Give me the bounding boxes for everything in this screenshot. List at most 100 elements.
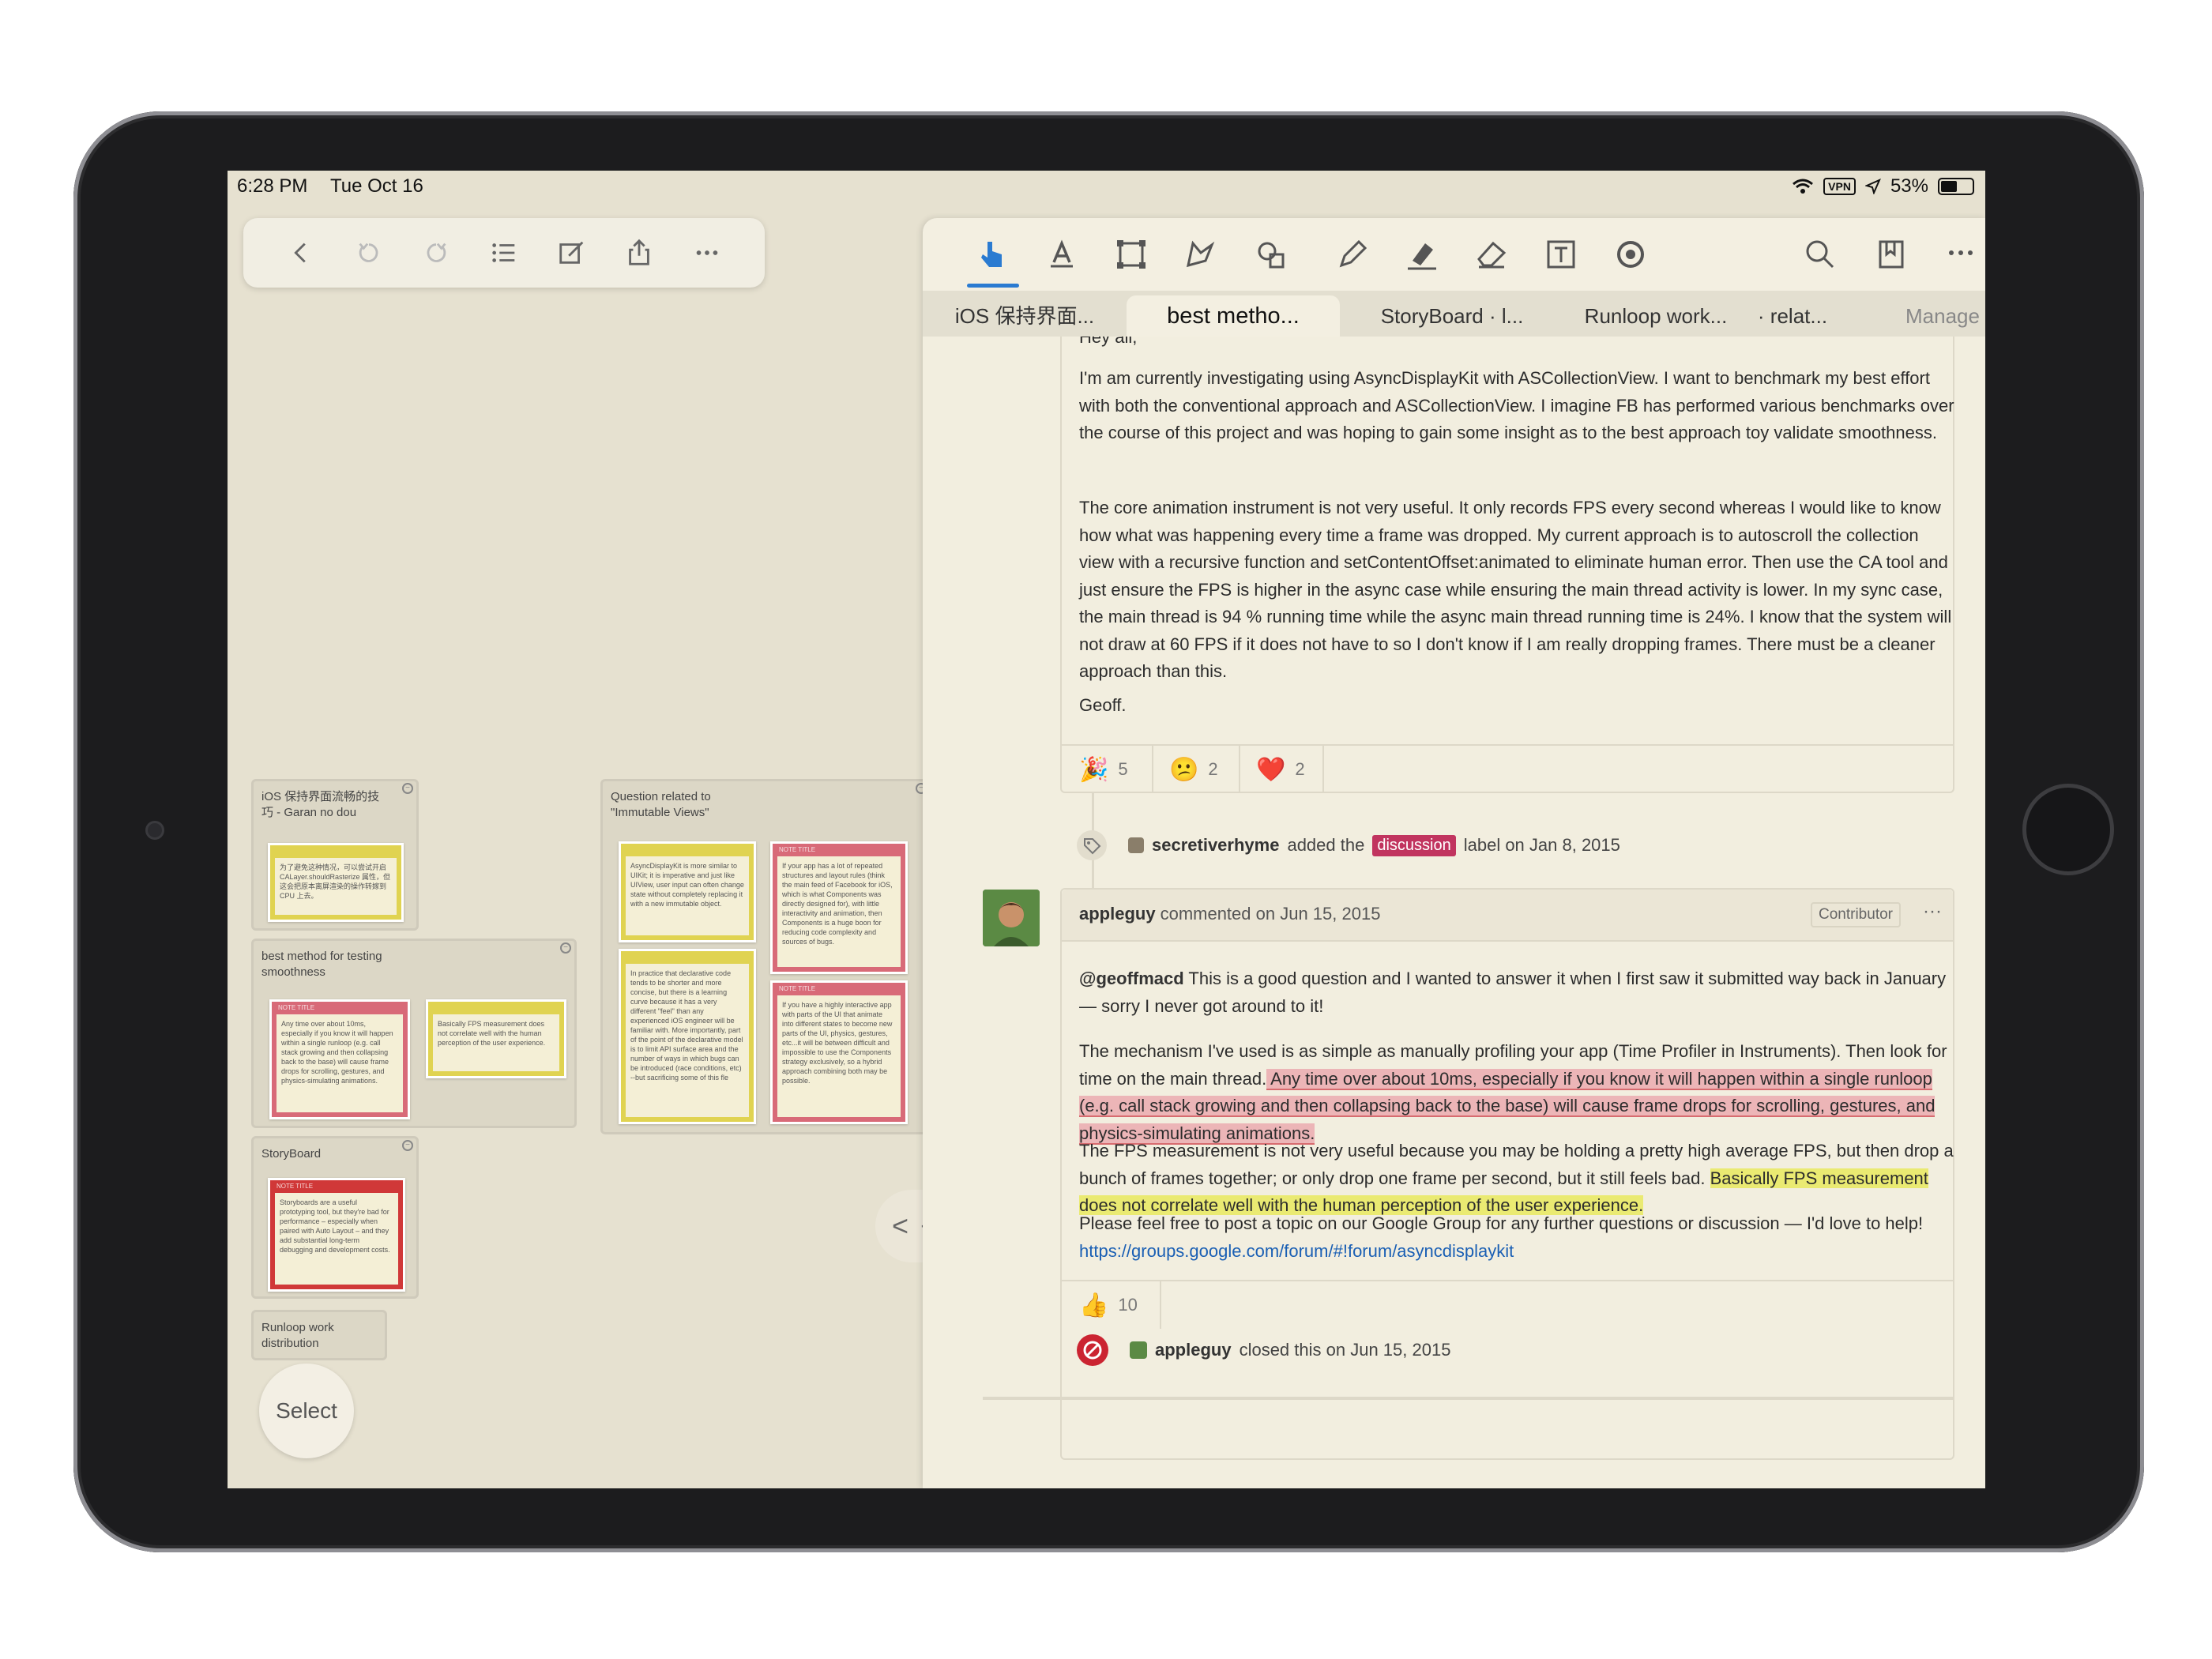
- reaction-hooray[interactable]: 🎉 5: [1079, 746, 1128, 793]
- undo-icon[interactable]: [352, 235, 386, 270]
- bookmark-icon[interactable]: [1869, 232, 1913, 276]
- chevron-left-icon: <: [891, 1209, 908, 1242]
- avatar[interactable]: [983, 890, 1040, 946]
- battery-icon: [1938, 178, 1974, 195]
- redo-icon[interactable]: [419, 235, 453, 270]
- note-head: NOTE TITLE: [779, 985, 816, 992]
- greeting-text: Hey all,: [1079, 337, 1138, 347]
- search-icon[interactable]: [1798, 232, 1842, 276]
- note-card[interactable]: NOTE TITLE Storyboards are a useful prot…: [268, 1178, 405, 1292]
- collapse-icon[interactable]: −: [560, 942, 571, 954]
- comment-text: This is a good question and I wanted to …: [1079, 969, 1947, 1016]
- back-icon[interactable]: [284, 235, 318, 270]
- note-group[interactable]: Runloop work distribution: [251, 1310, 387, 1360]
- text-box-icon[interactable]: [1539, 232, 1583, 276]
- note-group[interactable]: best method for testing smoothness − NOT…: [251, 939, 577, 1128]
- reaction-confused[interactable]: 😕 2: [1169, 746, 1218, 793]
- web-content[interactable]: Hey all, I'm am currently investigating …: [923, 337, 1985, 1488]
- group-title: Question related to "Immutable Views": [611, 790, 711, 819]
- list-icon[interactable]: [487, 235, 521, 270]
- note-body: Any time over about 10ms, especially if …: [276, 1014, 403, 1112]
- event-user[interactable]: secretiverhyme: [1152, 835, 1279, 856]
- comment-more-icon[interactable]: ···: [1923, 901, 1942, 923]
- avatar: [1130, 1341, 1147, 1359]
- note-card[interactable]: AsyncDisplayKit is more similar to UIKit…: [619, 841, 756, 942]
- more-icon[interactable]: [690, 235, 724, 270]
- note-group[interactable]: Question related to "Immutable Views" − …: [600, 779, 932, 1134]
- note-card[interactable]: 为了避免这种情况，可以尝试开启 CALayer.shouldRasterize …: [268, 843, 404, 922]
- annotation-toolbar: [923, 218, 1985, 297]
- note-group[interactable]: StoryBoard − NOTE TITLE Storyboards are …: [251, 1136, 419, 1299]
- area-select-icon[interactable]: [1109, 232, 1153, 276]
- note-head: NOTE TITLE: [276, 1183, 314, 1190]
- note-card[interactable]: NOTE TITLE If you have a highly interact…: [770, 980, 908, 1124]
- more-icon[interactable]: [1939, 232, 1983, 276]
- discussion-label[interactable]: discussion: [1372, 834, 1456, 856]
- screen: 6:28 PM Tue Oct 16 VPN 53% iOS 保持界面流畅的技巧…: [228, 171, 1985, 1488]
- image-settings-icon[interactable]: [1248, 232, 1292, 276]
- collapse-icon[interactable]: −: [402, 1140, 413, 1151]
- event-suffix: label on Jan 8, 2015: [1463, 835, 1620, 855]
- contributor-badge: Contributor: [1811, 902, 1901, 927]
- tab-related[interactable]: · relat...: [1749, 295, 1836, 337]
- closed-icon: [1077, 1334, 1108, 1366]
- note-head: NOTE TITLE: [779, 846, 816, 853]
- status-right: VPN 53%: [1792, 175, 1974, 198]
- select-button[interactable]: Select: [259, 1364, 354, 1458]
- note-head: NOTE TITLE: [278, 1004, 315, 1011]
- pointer-tool-icon[interactable]: [967, 232, 1019, 288]
- google-group-link[interactable]: https://groups.google.com/forum/#!forum/…: [1079, 1241, 1514, 1261]
- note-body: AsyncDisplayKit is more similar to UIKit…: [626, 856, 749, 935]
- tab-ios[interactable]: iOS 保持界面...: [931, 295, 1119, 337]
- event-text: closed this on Jun 15, 2015: [1239, 1340, 1451, 1360]
- lasso-icon[interactable]: [1179, 232, 1223, 276]
- reaction-heart[interactable]: ❤️ 2: [1256, 746, 1305, 793]
- event-user[interactable]: appleguy: [1155, 1340, 1232, 1360]
- comment-paragraph: @geoffmacd This is a good question and I…: [1079, 965, 1956, 1020]
- heart-icon: ❤️: [1256, 756, 1286, 783]
- event-action: added the: [1287, 835, 1365, 855]
- note-card[interactable]: NOTE TITLE Any time over about 10ms, esp…: [269, 999, 410, 1119]
- settings-icon[interactable]: [1608, 232, 1653, 276]
- comment-paragraph: The FPS measurement is not very useful b…: [1079, 1138, 1956, 1220]
- tag-icon: [1077, 830, 1107, 860]
- reaction-thumbsup[interactable]: 👍 10: [1079, 1281, 1138, 1329]
- manage-tabs-button[interactable]: Manage: [1899, 295, 1985, 337]
- note-card[interactable]: In practice that declarative code tends …: [619, 949, 756, 1124]
- mention-link[interactable]: @geoffmacd: [1079, 969, 1184, 988]
- collapse-icon[interactable]: −: [402, 783, 413, 794]
- avatar: [1128, 837, 1144, 853]
- text-highlight-icon[interactable]: [1040, 232, 1084, 276]
- note-head: [270, 845, 401, 858]
- label-event: secretiverhyme added the discussion labe…: [1076, 830, 1620, 861]
- tab-runloop[interactable]: Runloop work...: [1563, 295, 1749, 337]
- comment-card: appleguy commented on Jun 15, 2015 Contr…: [1060, 888, 1954, 1460]
- share-icon[interactable]: [622, 235, 656, 270]
- reaction-count: 10: [1118, 1295, 1138, 1315]
- note-group[interactable]: iOS 保持界面流畅的技巧 - Garan no dou − 为了避免这种情况，…: [251, 779, 419, 931]
- tab-bar: iOS 保持界面... best metho... StoryBoard · l…: [923, 291, 1985, 337]
- comment-author[interactable]: appleguy: [1079, 904, 1156, 924]
- pen-icon[interactable]: [1330, 232, 1375, 276]
- home-button[interactable]: [2022, 784, 2114, 875]
- tab-best-method[interactable]: best metho...: [1127, 295, 1340, 337]
- eraser-icon[interactable]: [1469, 232, 1514, 276]
- note-card[interactable]: Basically FPS measurement does not corre…: [426, 999, 566, 1078]
- reaction-count: 2: [1208, 759, 1218, 779]
- vpn-badge: VPN: [1823, 178, 1856, 195]
- tab-storyboard[interactable]: StoryBoard · l...: [1349, 295, 1555, 337]
- note-body: If you have a highly interactive app wit…: [777, 995, 901, 1117]
- close-event: appleguy closed this on Jun 15, 2015: [1076, 1334, 1450, 1367]
- compose-icon[interactable]: [555, 235, 589, 270]
- document-pane: iOS 保持界面... best metho... StoryBoard · l…: [923, 218, 1985, 1488]
- front-camera: [145, 821, 164, 840]
- mindmap-canvas[interactable]: iOS 保持界面流畅的技巧 - Garan no dou − 为了避免这种情况，…: [228, 289, 932, 1488]
- hooray-icon: 🎉: [1079, 756, 1109, 783]
- highlighter-icon[interactable]: [1400, 232, 1444, 276]
- note-body: Basically FPS measurement does not corre…: [433, 1014, 559, 1071]
- group-title: iOS 保持界面流畅的技巧 - Garan no dou: [261, 790, 380, 819]
- thumbs-up-icon: 👍: [1079, 1292, 1109, 1319]
- note-card[interactable]: NOTE TITLE If your app has a lot of repe…: [770, 841, 908, 974]
- group-title: Runloop work distribution: [261, 1321, 334, 1350]
- comment-text: Please feel free to post a topic on our …: [1079, 1213, 1924, 1233]
